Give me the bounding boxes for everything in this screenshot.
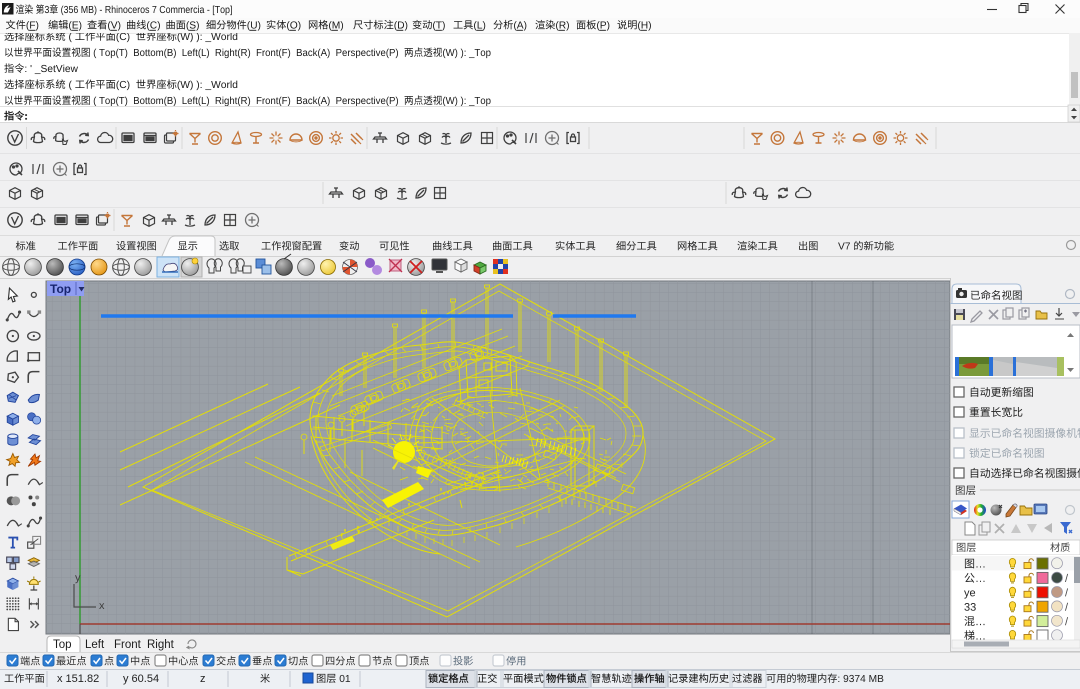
svg-text:Right: Right (147, 639, 175, 651)
svg-text:Front: Front (114, 639, 142, 651)
svg-text:Left: Left (85, 639, 105, 651)
svg-text:Top: Top (50, 282, 71, 296)
svg-text:Top: Top (53, 639, 72, 651)
svg-text:x 151.82: x 151.82 (57, 673, 99, 685)
svg-text:z: z (200, 673, 206, 685)
svg-text:y 60.54: y 60.54 (123, 673, 159, 685)
